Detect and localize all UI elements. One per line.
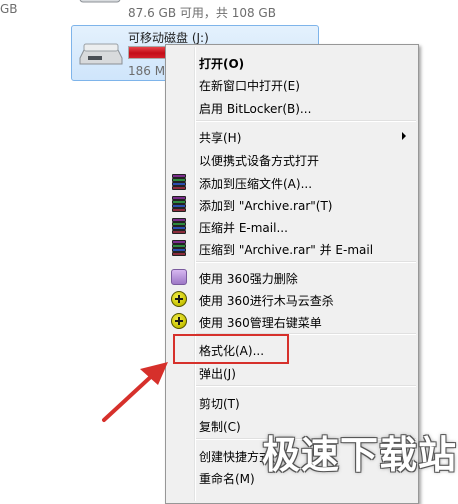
- menu-item-label: 以便携式设备方式打开: [199, 154, 320, 168]
- format-highlight-box: [173, 334, 289, 364]
- menu-separator: [196, 261, 416, 263]
- menu-item-label: 剪切(T): [199, 397, 240, 411]
- winrar-icon: [171, 196, 187, 212]
- menu-item-label: 压缩到 "Archive.rar" 并 E-mail: [199, 243, 374, 257]
- watermark-text: 极速下载站: [262, 433, 458, 477]
- menu-item-cut[interactable]: 剪切(T): [168, 391, 416, 413]
- 360-icon: [171, 313, 187, 329]
- menu-item-label: 弹出(J): [199, 367, 236, 381]
- menu-separator: [196, 385, 416, 387]
- menu-item-compress-and-email[interactable]: 压缩并 E-mail...: [168, 215, 416, 237]
- drive-c-item[interactable]: 87.6 GB 可用，共 108 GB: [70, 0, 320, 24]
- menu-item-label: 压缩并 E-mail...: [199, 221, 288, 235]
- partial-drive-text: GB: [0, 2, 18, 16]
- winrar-icon: [171, 174, 187, 190]
- menu-item-label: 使用 360进行木马云查杀: [199, 294, 334, 308]
- drive-c-space: 87.6 GB 可用，共 108 GB: [128, 6, 276, 20]
- menu-item-add-to-archive[interactable]: 添加到压缩文件(A)...: [168, 171, 416, 193]
- menu-item-eject[interactable]: 弹出(J): [168, 361, 416, 383]
- winrar-icon: [171, 240, 187, 256]
- menu-item-share[interactable]: 共享(H): [168, 125, 416, 147]
- 360-delete-icon: [171, 269, 187, 285]
- 360-icon: [171, 291, 187, 307]
- hard-drive-icon: [79, 0, 121, 3]
- winrar-icon: [171, 218, 187, 234]
- menu-item-label: 添加到 "Archive.rar"(T): [199, 199, 333, 213]
- menu-item-open-new-window[interactable]: 在新窗口中打开(E): [168, 73, 416, 95]
- menu-item-360-manage-menu[interactable]: 使用 360管理右键菜单: [168, 310, 416, 332]
- menu-item-360-trojan-scan[interactable]: 使用 360进行木马云查杀: [168, 288, 416, 310]
- removable-drive-icon: [79, 43, 123, 65]
- menu-item-label: 在新窗口中打开(E): [199, 79, 300, 93]
- menu-item-label: 重命名(M): [199, 472, 255, 486]
- menu-item-open[interactable]: 打开(O): [168, 51, 416, 73]
- menu-item-label: 复制(C): [199, 420, 241, 434]
- menu-item-label: 打开(O): [199, 57, 245, 71]
- drive-j-size: 186 M: [128, 64, 166, 78]
- menu-item-label: 使用 360强力删除: [199, 272, 298, 286]
- menu-item-label: 使用 360管理右键菜单: [199, 316, 322, 330]
- menu-item-add-to-archive-rar[interactable]: 添加到 "Archive.rar"(T): [168, 193, 416, 215]
- menu-separator: [196, 120, 416, 122]
- menu-item-open-as-portable[interactable]: 以便携式设备方式打开: [168, 148, 416, 170]
- menu-item-360-force-delete[interactable]: 使用 360强力删除: [168, 266, 416, 288]
- submenu-arrow-icon: [402, 132, 406, 140]
- menu-item-compress-to-rar-and-email[interactable]: 压缩到 "Archive.rar" 并 E-mail: [168, 237, 416, 259]
- menu-item-enable-bitlocker[interactable]: 启用 BitLocker(B)...: [168, 96, 416, 118]
- menu-item-label: 启用 BitLocker(B)...: [199, 102, 312, 116]
- menu-item-label: 添加到压缩文件(A)...: [199, 177, 313, 191]
- menu-item-label: 共享(H): [199, 131, 242, 145]
